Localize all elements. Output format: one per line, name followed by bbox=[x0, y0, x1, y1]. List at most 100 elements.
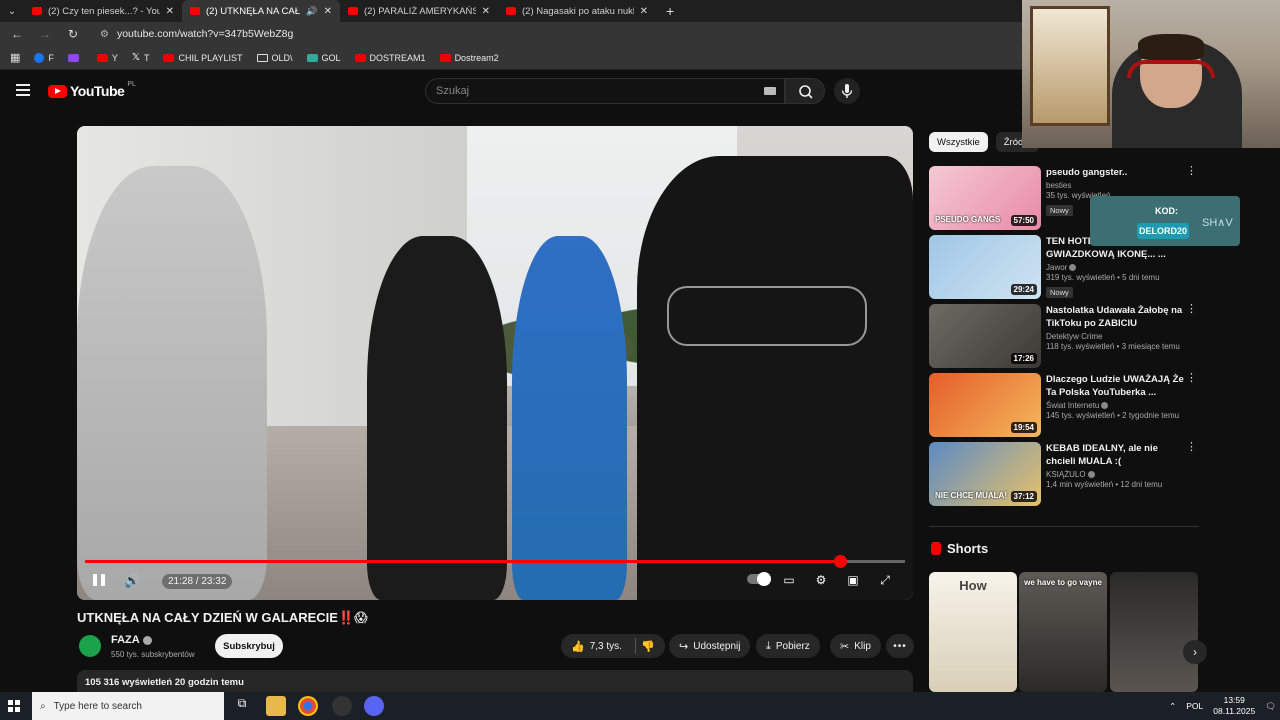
chevron-up-icon[interactable]: ⌃ bbox=[1169, 701, 1176, 712]
thumbnail-text: NIE CHCĘ MUALA! bbox=[935, 491, 1007, 500]
video-duration: 37:12 bbox=[1010, 491, 1037, 502]
taskbar-search-input[interactable]: ⌕ Type here to search bbox=[32, 692, 224, 720]
new-tab-icon[interactable]: + bbox=[656, 0, 684, 22]
recommendation-item[interactable]: 17:26 Nastolatka Udawała Żałobę na TikTok… bbox=[929, 304, 1199, 368]
youtube-logo[interactable]: YouTube PL bbox=[48, 81, 136, 99]
browser-tab[interactable]: (2) Czy ten piesek...? - YouTube ✕ bbox=[24, 0, 182, 22]
url-field[interactable]: ⚙ youtube.com/watch?v=347b5WebZ8g bbox=[100, 28, 293, 40]
video-meta: 319 tys. wyświetleń • 5 dni temu bbox=[1046, 273, 1160, 282]
youtube-icon bbox=[348, 7, 358, 15]
video-thumbnail[interactable]: PSEUDO GANGS 57:50 bbox=[929, 166, 1041, 230]
speaker-icon[interactable]: 🔊 bbox=[306, 6, 317, 17]
video-thumbnail[interactable]: NIE CHCĘ MUALA! 37:12 bbox=[929, 442, 1041, 506]
video-duration: 57:50 bbox=[1010, 215, 1037, 226]
bookmark-item[interactable]: GOL bbox=[306, 53, 341, 63]
more-actions-button[interactable]: ••• bbox=[886, 634, 914, 658]
video-thumbnail[interactable]: 17:26 bbox=[929, 304, 1041, 368]
system-tray: ⌃ POL 13:59 08.11.2025 🗨 bbox=[1169, 692, 1276, 720]
miniplayer-icon[interactable]: ▣ bbox=[844, 571, 862, 589]
language-indicator[interactable]: POL bbox=[1186, 701, 1203, 711]
youtube-icon bbox=[32, 7, 42, 15]
subscribe-button[interactable]: Subskrybuj bbox=[215, 634, 283, 658]
like-count[interactable]: 7,3 tys. bbox=[590, 641, 622, 652]
recommendation-item[interactable]: NIE CHCĘ MUALA! 37:12 KEBAB IDEALNY, ale n… bbox=[929, 442, 1199, 506]
bookmark-item[interactable]: DOSTREAM1 bbox=[354, 53, 426, 63]
clip-button[interactable]: ✂ Klip bbox=[830, 634, 881, 658]
close-icon[interactable]: ✕ bbox=[640, 6, 648, 17]
video-title[interactable]: Dlaczego Ludzie UWAŻAJĄ Że Ta Polska You… bbox=[1046, 373, 1186, 399]
browser-tab[interactable]: (2) Nagasaki po ataku nuklearn ✕ bbox=[498, 0, 656, 22]
browser-tab-active[interactable]: (2) UTKNĘŁA NA CAŁY DZIEŃ 🔊 ✕ bbox=[182, 0, 340, 22]
more-vert-icon[interactable]: ⋮ bbox=[1186, 373, 1197, 384]
app-icon[interactable] bbox=[332, 696, 352, 716]
short-thumbnail[interactable]: How bbox=[929, 572, 1017, 692]
channel-name[interactable]: KSIĄŻULO bbox=[1046, 470, 1186, 479]
keyboard-icon[interactable] bbox=[764, 87, 776, 95]
short-thumbnail[interactable]: we have to go vayne bbox=[1019, 572, 1107, 692]
channel-name[interactable]: Detektyw Crime bbox=[1046, 332, 1186, 341]
recommendation-item[interactable]: 19:54 Dlaczego Ludzie UWAŻAJĄ Że Ta Polsk… bbox=[929, 373, 1199, 437]
subtitles-icon[interactable]: ▭ bbox=[780, 571, 798, 589]
more-vert-icon[interactable]: ⋮ bbox=[1186, 304, 1197, 315]
more-vert-icon[interactable]: ⋮ bbox=[1186, 166, 1197, 177]
more-vert-icon[interactable]: ⋮ bbox=[1186, 442, 1197, 453]
youtube-icon bbox=[439, 53, 451, 62]
browser-tab[interactable]: (2) PARALIŻ AMERYKAŃSKIEGO ✕ bbox=[340, 0, 498, 22]
reload-icon[interactable]: ↻ bbox=[66, 27, 80, 41]
notifications-icon[interactable]: 🗨 bbox=[1265, 701, 1276, 712]
channel-name[interactable]: Świat Internetu bbox=[1046, 401, 1186, 410]
chip-all[interactable]: Wszystkie bbox=[929, 132, 988, 152]
chrome-icon[interactable] bbox=[298, 696, 318, 716]
close-icon[interactable]: ✕ bbox=[166, 6, 174, 17]
video-thumbnail[interactable]: 19:54 bbox=[929, 373, 1041, 437]
menu-icon[interactable] bbox=[16, 84, 30, 96]
close-icon[interactable]: ✕ bbox=[324, 6, 332, 17]
bookmark-item[interactable]: 𝕏T bbox=[132, 52, 150, 63]
windows-start-icon[interactable] bbox=[8, 700, 20, 712]
download-button[interactable]: ⤓ Pobierz bbox=[756, 634, 820, 658]
search-input[interactable]: Szukaj bbox=[425, 78, 785, 104]
forward-arrow-icon[interactable]: → bbox=[38, 27, 52, 41]
search-button[interactable] bbox=[785, 78, 825, 104]
progress-bar[interactable] bbox=[85, 555, 905, 568]
video-thumbnail[interactable]: 29:24 bbox=[929, 235, 1041, 299]
back-arrow-icon[interactable]: ← bbox=[10, 27, 24, 41]
next-arrow-icon[interactable]: › bbox=[1183, 640, 1207, 664]
video-title[interactable]: KEBAB IDEALNY, ale nie chcieli MUALA :( bbox=[1046, 442, 1186, 468]
autoplay-toggle[interactable] bbox=[747, 572, 771, 586]
description-box[interactable]: 105 316 wyświetleń 20 godzin temu bbox=[77, 670, 913, 694]
bookmark-item[interactable]: OLD\ bbox=[256, 53, 293, 63]
thumbs-down-icon[interactable]: 👎 bbox=[641, 640, 655, 653]
volume-icon[interactable]: 🔊 bbox=[124, 573, 140, 589]
bookmark-item[interactable]: Dostream2 bbox=[439, 53, 499, 63]
scrubber-handle[interactable] bbox=[833, 555, 847, 568]
channel-name[interactable]: FAZA bbox=[111, 634, 152, 646]
apps-grid-icon[interactable]: ▦ bbox=[10, 51, 20, 64]
tab-search-icon[interactable]: ⌄ bbox=[0, 0, 24, 22]
thumbs-up-icon[interactable]: 👍 bbox=[571, 640, 585, 653]
discord-icon[interactable] bbox=[364, 696, 384, 716]
task-view-icon[interactable]: ⧉ bbox=[232, 696, 252, 716]
video-title[interactable]: pseudo gangster.. bbox=[1046, 166, 1186, 179]
share-button[interactable]: ↪ Udostępnij bbox=[669, 634, 751, 658]
channel-name[interactable]: Jawor bbox=[1046, 263, 1186, 272]
fullscreen-icon[interactable]: ⤢ bbox=[876, 571, 894, 589]
site-info-icon[interactable]: ⚙ bbox=[100, 29, 109, 40]
video-meta: 145 tys. wyświetleń • 2 tygodnie temu bbox=[1046, 411, 1180, 420]
channel-avatar[interactable] bbox=[79, 635, 101, 657]
pause-button[interactable] bbox=[93, 574, 105, 586]
bookmark-item[interactable]: Y bbox=[96, 53, 118, 63]
bookmark-item[interactable]: CHIL PLAYLIST bbox=[163, 53, 243, 63]
video-title[interactable]: Nastolatka Udawała Żałobę na TikToku po … bbox=[1046, 304, 1186, 330]
bookmark-item[interactable]: F bbox=[34, 52, 54, 63]
file-explorer-icon[interactable] bbox=[266, 696, 286, 716]
channel-name[interactable]: besties bbox=[1046, 181, 1186, 190]
voice-search-button[interactable] bbox=[834, 78, 860, 104]
settings-gear-icon[interactable]: ⚙ bbox=[812, 571, 830, 589]
bookmark-item[interactable] bbox=[67, 53, 83, 62]
short-thumbnail[interactable] bbox=[1110, 572, 1198, 692]
clock[interactable]: 13:59 08.11.2025 bbox=[1213, 695, 1255, 717]
x-icon: 𝕏 bbox=[131, 52, 140, 63]
close-icon[interactable]: ✕ bbox=[482, 6, 490, 17]
video-player[interactable]: 🔊 21:28 / 23:32 ▭ ⚙ ▣ ⤢ bbox=[77, 126, 913, 600]
